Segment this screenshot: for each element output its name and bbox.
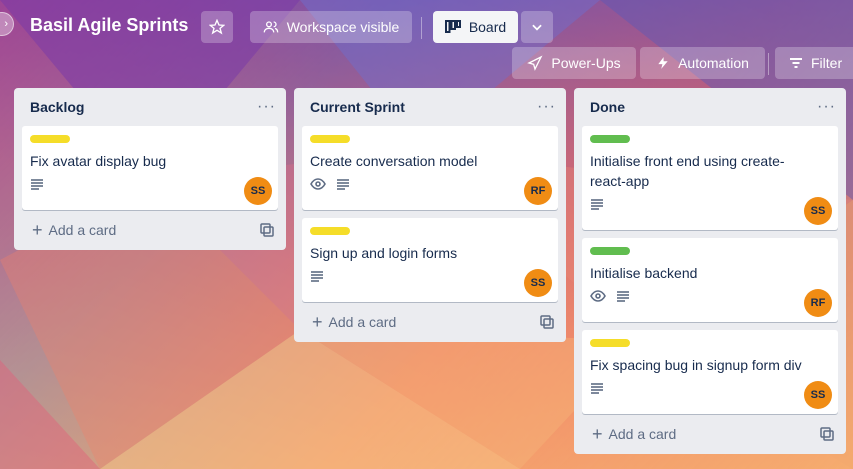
avatar[interactable]: RF: [524, 177, 552, 205]
list-header: Done ···: [574, 88, 846, 126]
list-title[interactable]: Done: [590, 99, 625, 115]
card[interactable]: Fix spacing bug in signup form div SS: [582, 330, 838, 414]
card-title: Initialise backend: [590, 265, 698, 281]
description-icon: [590, 198, 604, 210]
board-view-label: Board: [468, 19, 507, 35]
card-label-yellow[interactable]: [310, 135, 350, 143]
card-badges: [590, 375, 830, 401]
add-card-button[interactable]: + Add a card: [294, 302, 566, 342]
description-icon: [310, 270, 324, 282]
workspace-visibility-label: Workspace visible: [286, 19, 400, 35]
list-backlog: Backlog ··· Fix avatar display bug SS + …: [14, 88, 286, 250]
card-label-yellow[interactable]: [310, 227, 350, 235]
card-badges: [310, 171, 550, 197]
add-card-label: Add a card: [48, 222, 117, 238]
card-badges: [590, 191, 830, 217]
description-icon: [30, 178, 44, 190]
list-header: Backlog ···: [14, 88, 286, 126]
card[interactable]: Sign up and login forms SS: [302, 218, 558, 302]
power-ups-label: Power-Ups: [551, 55, 621, 71]
card[interactable]: Create conversation model RF: [302, 126, 558, 210]
card-label-green[interactable]: [590, 247, 630, 255]
star-board-button[interactable]: [201, 11, 233, 43]
power-ups-button[interactable]: Power-Ups: [512, 47, 636, 79]
plus-icon: +: [312, 311, 323, 332]
list-title[interactable]: Backlog: [30, 99, 84, 115]
card-title: Fix spacing bug in signup form div: [590, 357, 802, 373]
lightning-icon: [656, 55, 670, 71]
plus-icon: +: [592, 423, 603, 444]
description-icon: [590, 382, 604, 394]
automation-button[interactable]: Automation: [640, 47, 765, 79]
more-options-icon[interactable]: ···: [257, 98, 276, 116]
avatar[interactable]: SS: [244, 177, 272, 205]
add-card-button[interactable]: + Add a card: [574, 414, 846, 454]
header-divider: [421, 17, 422, 39]
plus-icon: +: [32, 219, 43, 240]
chevron-right-icon: ›: [4, 18, 8, 30]
board-view-button[interactable]: Board: [433, 11, 518, 43]
add-card-label: Add a card: [608, 426, 677, 442]
card-label-green[interactable]: [590, 135, 630, 143]
card-list: Initialise front end using create-react-…: [574, 126, 846, 414]
filter-icon: [789, 57, 803, 69]
header-divider: [768, 53, 769, 75]
card-title: Fix avatar display bug: [30, 153, 167, 169]
card[interactable]: Fix avatar display bug SS: [22, 126, 278, 210]
card-list: Create conversation model RF Sign up and…: [294, 126, 566, 302]
avatar[interactable]: SS: [524, 269, 552, 297]
card-title: Create conversation model: [310, 153, 478, 169]
list-header: Current Sprint ···: [294, 88, 566, 126]
card-title: Initialise front end using create-react-…: [590, 153, 785, 189]
watch-icon: [590, 290, 606, 302]
rocket-icon: [527, 55, 543, 71]
card-badges: [310, 263, 550, 289]
view-switcher-button[interactable]: [521, 11, 553, 43]
template-icon[interactable]: [540, 315, 554, 329]
avatar[interactable]: SS: [804, 197, 832, 225]
description-icon: [336, 178, 350, 190]
template-icon[interactable]: [820, 427, 834, 441]
chevron-down-icon: [530, 20, 544, 34]
more-options-icon[interactable]: ···: [537, 98, 556, 116]
board-header: › Basil Agile Sprints Workspace visible …: [0, 0, 853, 79]
star-icon: [209, 19, 225, 35]
card[interactable]: Initialise front end using create-react-…: [582, 126, 838, 230]
list-current-sprint: Current Sprint ··· Create conversation m…: [294, 88, 566, 342]
card-label-yellow[interactable]: [30, 135, 70, 143]
avatar[interactable]: SS: [804, 381, 832, 409]
automation-label: Automation: [678, 55, 749, 71]
avatar[interactable]: RF: [804, 289, 832, 317]
description-icon: [616, 290, 630, 302]
card-title: Sign up and login forms: [310, 245, 458, 261]
list-done: Done ··· Initialise front end using crea…: [574, 88, 846, 454]
filter-label: Filter: [811, 55, 843, 71]
board-title[interactable]: Basil Agile Sprints: [30, 15, 188, 36]
template-icon[interactable]: [260, 223, 274, 237]
card-badges: [30, 171, 270, 197]
card-badges: [590, 283, 830, 309]
sidebar-toggle-button[interactable]: ›: [0, 12, 14, 36]
card-list: Fix avatar display bug SS: [14, 126, 286, 210]
workspace-visibility-button[interactable]: Workspace visible: [250, 11, 412, 43]
add-card-label: Add a card: [328, 314, 397, 330]
board-view-icon: [444, 20, 461, 34]
add-card-button[interactable]: + Add a card: [14, 210, 286, 250]
more-options-icon[interactable]: ···: [817, 98, 836, 116]
card[interactable]: Initialise backend RF: [582, 238, 838, 322]
people-icon: [263, 19, 279, 35]
watch-icon: [310, 178, 326, 190]
card-label-yellow[interactable]: [590, 339, 630, 347]
filter-button[interactable]: Filter: [775, 47, 853, 79]
list-title[interactable]: Current Sprint: [310, 99, 405, 115]
